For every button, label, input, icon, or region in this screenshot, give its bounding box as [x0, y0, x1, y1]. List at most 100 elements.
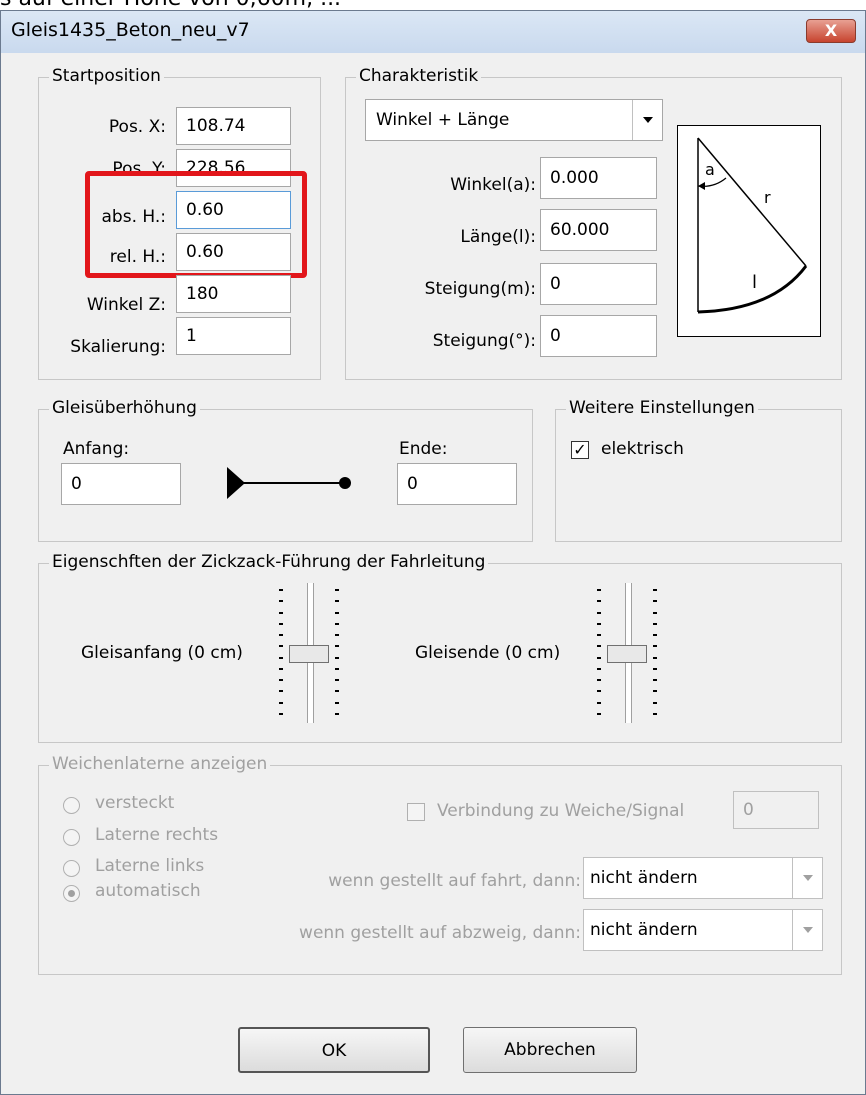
slider-tick — [653, 612, 657, 614]
slider-tick — [335, 645, 339, 647]
ende-input[interactable]: 0 — [397, 463, 517, 505]
gleisueberhoehung-legend: Gleisüberhöhung — [49, 398, 200, 418]
fahrt-label: wenn gestellt auf fahrt, dann: — [328, 871, 581, 891]
anfang-label: Anfang: — [63, 439, 130, 459]
slider-tick — [279, 645, 283, 647]
diagram-label-l: l — [752, 272, 758, 293]
slider-tick — [653, 713, 657, 715]
slider-tick — [279, 679, 283, 681]
cancel-button[interactable]: Abbrechen — [463, 1027, 637, 1073]
gleisende-label: Gleisende (0 cm) — [415, 643, 561, 663]
pos-x-input[interactable]: 108.74 — [176, 107, 291, 145]
pos-x-label: Pos. X: — [108, 117, 166, 137]
verbindung-checkbox[interactable] — [407, 803, 425, 821]
winkel-input[interactable]: 0.000 — [540, 157, 657, 199]
slider-tick — [279, 713, 283, 715]
slider-tick — [335, 634, 339, 636]
gleisanfang-label: Gleisanfang (0 cm) — [81, 643, 243, 663]
slider-tick — [597, 702, 601, 704]
slider-tick — [597, 600, 601, 602]
winkel-z-input[interactable]: 180 — [176, 275, 291, 313]
radio-laterne-links[interactable] — [63, 860, 80, 877]
slider-tick — [653, 657, 657, 659]
steigung-m-input[interactable]: 0 — [540, 263, 657, 305]
slider-ticks-right — [335, 589, 339, 715]
slider-tick — [335, 668, 339, 670]
slider-tick — [335, 713, 339, 715]
slider-tick — [335, 589, 339, 591]
gleisanfang-slider[interactable] — [271, 583, 351, 723]
slider-tick — [597, 634, 601, 636]
weitere-einstellungen-legend: Weitere Einstellungen — [566, 398, 758, 418]
winkel-z-label: Winkel Z: — [86, 295, 166, 315]
slider-tick — [653, 600, 657, 602]
skalierung-input[interactable]: 1 — [176, 317, 291, 355]
slider-tick — [597, 668, 601, 670]
slider-tick — [335, 690, 339, 692]
weitere-einstellungen-group: Weitere Einstellungen — [555, 398, 842, 542]
slider-tick — [653, 623, 657, 625]
slider-ticks-right — [653, 589, 657, 715]
charakteristik-legend: Charakteristik — [356, 66, 482, 86]
slider-tick — [279, 634, 283, 636]
radio-laterne-rechts[interactable] — [63, 829, 80, 846]
fahrt-select-value: nicht ändern — [590, 868, 698, 888]
steigung-deg-label: Steigung(°): — [432, 331, 536, 351]
skalierung-label: Skalierung: — [70, 337, 166, 357]
slider-thumb[interactable] — [607, 645, 647, 663]
ok-button[interactable]: OK — [238, 1027, 430, 1073]
title-bar[interactable]: Gleis1435_Beton_neu_v7 X — [1, 11, 865, 53]
diagram-label-r: r — [764, 188, 771, 207]
anfang-input[interactable]: 0 — [61, 463, 181, 505]
steigung-deg-input[interactable]: 0 — [540, 315, 657, 357]
radio-automatisch[interactable] — [63, 885, 80, 902]
elektrisch-checkbox[interactable]: ✓ — [571, 441, 589, 459]
abzweig-select[interactable]: nicht ändern — [583, 909, 823, 951]
chevron-down-icon[interactable] — [792, 858, 822, 898]
radio-laterne-links-label: Laterne links — [95, 856, 205, 876]
slider-tick — [279, 702, 283, 704]
slider-tick — [335, 657, 339, 659]
slider-tick — [279, 668, 283, 670]
radio-versteckt[interactable] — [63, 797, 80, 814]
slider-tick — [335, 702, 339, 704]
slider-tick — [279, 600, 283, 602]
gleisende-slider[interactable] — [589, 583, 669, 723]
slider-tick — [279, 612, 283, 614]
window-title: Gleis1435_Beton_neu_v7 — [11, 19, 250, 41]
slider-tick — [279, 589, 283, 591]
slider-tick — [597, 657, 601, 659]
laenge-label: Länge(l): — [460, 227, 536, 247]
slider-ticks-left — [279, 589, 283, 715]
slider-tick — [653, 645, 657, 647]
slider-thumb[interactable] — [289, 645, 329, 663]
zickzack-legend: Eigenschften der Zickzack-Führung der Fa… — [49, 552, 489, 572]
close-button[interactable]: X — [806, 19, 856, 43]
slider-tick — [335, 679, 339, 681]
radio-laterne-rechts-label: Laterne rechts — [95, 825, 219, 845]
diagram-label-a: a — [705, 160, 715, 179]
chevron-down-icon[interactable] — [792, 910, 822, 950]
steigung-m-label: Steigung(m): — [424, 279, 536, 299]
dialog-window: Gleis1435_Beton_neu_v7 X Startposition P… — [0, 10, 866, 1095]
mode-select[interactable]: Winkel + Länge — [365, 99, 663, 141]
weichenlaterne-legend: Weichenlaterne anzeigen — [49, 754, 271, 774]
elektrisch-label[interactable]: elektrisch — [601, 439, 684, 459]
abzweig-label: wenn gestellt auf abzweig, dann: — [299, 923, 581, 943]
laenge-input[interactable]: 60.000 — [540, 209, 657, 251]
slider-tick — [597, 645, 601, 647]
slider-tick — [653, 634, 657, 636]
slider-tick — [597, 679, 601, 681]
chevron-down-icon[interactable] — [632, 100, 662, 140]
slider-tick — [597, 713, 601, 715]
ende-label: Ende: — [399, 439, 448, 459]
slider-tick — [335, 600, 339, 602]
curve-diagram: a r l — [677, 125, 821, 337]
fahrt-select[interactable]: nicht ändern — [583, 857, 823, 899]
superelevation-graphic — [227, 463, 355, 503]
slider-tick — [597, 690, 601, 692]
slider-tick — [335, 623, 339, 625]
slider-tick — [279, 690, 283, 692]
highlight-box — [85, 171, 307, 278]
verbindung-input[interactable]: 0 — [733, 791, 819, 829]
